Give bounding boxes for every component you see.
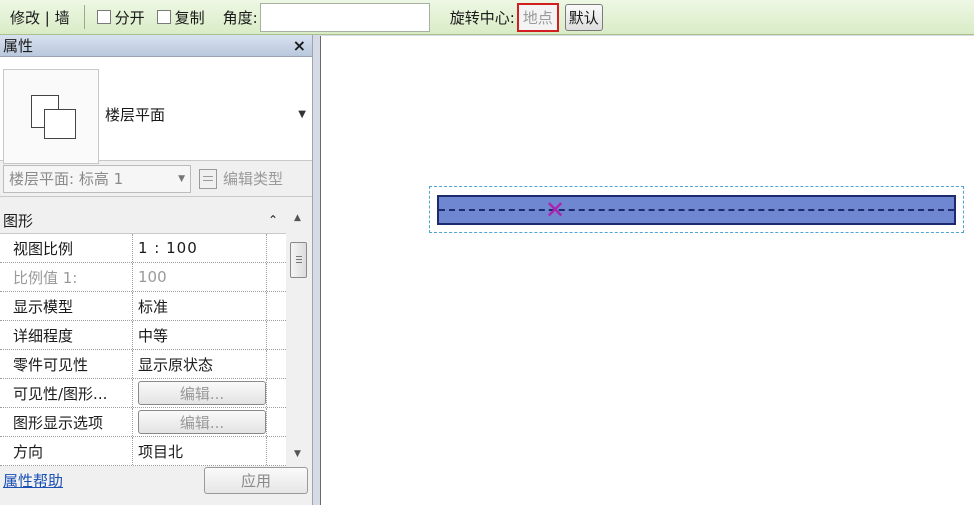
edit-type-button[interactable]: 编辑类型	[199, 168, 283, 189]
scroll-thumb[interactable]	[290, 242, 307, 278]
table-row: 比例值 1: 100	[0, 263, 286, 292]
property-key: 视图比例	[0, 234, 133, 262]
visibility-graphics-edit-button[interactable]: 编辑...	[138, 381, 266, 405]
type-selector[interactable]: 楼层平面 ▼	[0, 57, 312, 164]
properties-panel: 属性 × 楼层平面 ▼ 楼层平面: 标高 1 ▼ 编辑类型 图形 ⌃ 视图比例 …	[0, 35, 313, 505]
table-row[interactable]: 视图比例 1 : 100	[0, 234, 286, 263]
property-rows: 视图比例 1 : 100 比例值 1: 100 显示模型 标准 详细程度 中等 …	[0, 234, 286, 466]
table-row[interactable]: 零件可见性 显示原状态	[0, 350, 286, 379]
graphic-display-options-edit-button[interactable]: 编辑...	[138, 410, 266, 434]
property-value: 100	[133, 263, 267, 291]
floor-plan-thumbnail-icon	[3, 69, 99, 164]
angle-label: 角度:	[222, 8, 258, 27]
properties-scrollbar[interactable]: ▲ ▼	[288, 207, 310, 465]
separator	[83, 5, 85, 29]
chevron-down-icon: ▼	[178, 173, 185, 184]
table-row[interactable]: 可见性/图形... 编辑...	[0, 379, 286, 408]
default-button[interactable]: 默认	[564, 3, 603, 31]
scroll-down-icon[interactable]: ▼	[294, 449, 301, 459]
property-value: 编辑...	[133, 408, 267, 436]
property-key: 详细程度	[0, 321, 133, 349]
copy-checkbox-label: 复制	[174, 8, 205, 27]
edit-type-icon	[199, 168, 217, 189]
properties-grid: 图形 ⌃ 视图比例 1 : 100 比例值 1: 100 显示模型 标准 详细程…	[0, 207, 312, 466]
instance-row: 楼层平面: 标高 1 ▼ 编辑类型	[0, 161, 312, 197]
property-value[interactable]: 中等	[133, 321, 267, 349]
properties-titlebar: 属性 ×	[0, 35, 312, 57]
property-value[interactable]: 项目北	[133, 437, 267, 465]
instance-filter-dropdown[interactable]: 楼层平面: 标高 1 ▼	[3, 164, 191, 193]
table-row[interactable]: 方向 项目北	[0, 437, 286, 466]
properties-title: 属性	[3, 37, 34, 55]
property-key: 零件可见性	[0, 350, 133, 378]
split-checkbox-label: 分开	[114, 8, 145, 27]
property-key: 图形显示选项	[0, 408, 133, 436]
close-icon[interactable]: ×	[293, 36, 306, 55]
property-value[interactable]: 1 : 100	[133, 234, 267, 262]
edit-type-label: 编辑类型	[223, 170, 284, 188]
apply-button[interactable]: 应用	[204, 466, 308, 494]
type-name: 楼层平面	[105, 106, 166, 124]
mode-label: 修改 | 墙	[10, 8, 70, 27]
property-key: 显示模型	[0, 292, 133, 320]
options-bar: 修改 | 墙 分开 复制 角度: 旋转中心: 地点 默认	[0, 0, 974, 35]
properties-help-link[interactable]: 属性帮助	[3, 470, 63, 491]
place-button[interactable]: 地点	[516, 2, 559, 32]
split-checkbox[interactable]: 分开	[96, 7, 145, 28]
rotation-center-label: 旋转中心:	[449, 8, 515, 27]
selected-wall[interactable]: ✕	[437, 195, 956, 225]
copy-checkbox-box[interactable]	[156, 10, 171, 24]
rotation-center-icon[interactable]: ✕	[545, 198, 565, 222]
group-label: 图形	[3, 211, 34, 230]
table-row[interactable]: 详细程度 中等	[0, 321, 286, 350]
scroll-up-icon[interactable]: ▲	[294, 213, 301, 223]
property-value[interactable]: 显示原状态	[133, 350, 267, 378]
property-value[interactable]: 标准	[133, 292, 267, 320]
property-value: 编辑...	[133, 379, 267, 407]
table-row[interactable]: 显示模型 标准	[0, 292, 286, 321]
wall-centerline	[439, 209, 954, 211]
instance-filter-value: 楼层平面: 标高 1	[9, 170, 124, 188]
group-header-graphics[interactable]: 图形 ⌃	[0, 207, 286, 234]
property-key: 可见性/图形...	[0, 379, 133, 407]
split-checkbox-box[interactable]	[96, 10, 111, 24]
property-key: 方向	[0, 437, 133, 465]
properties-footer: 属性帮助 应用	[0, 463, 312, 497]
angle-input[interactable]	[259, 2, 430, 32]
property-key: 比例值 1:	[0, 263, 133, 291]
table-row[interactable]: 图形显示选项 编辑...	[0, 408, 286, 437]
drawing-canvas[interactable]: ✕	[320, 36, 974, 505]
copy-checkbox[interactable]: 复制	[156, 7, 205, 28]
collapse-icon[interactable]: ⌃	[268, 213, 278, 227]
dropdown-arrow-icon[interactable]: ▼	[298, 109, 306, 120]
